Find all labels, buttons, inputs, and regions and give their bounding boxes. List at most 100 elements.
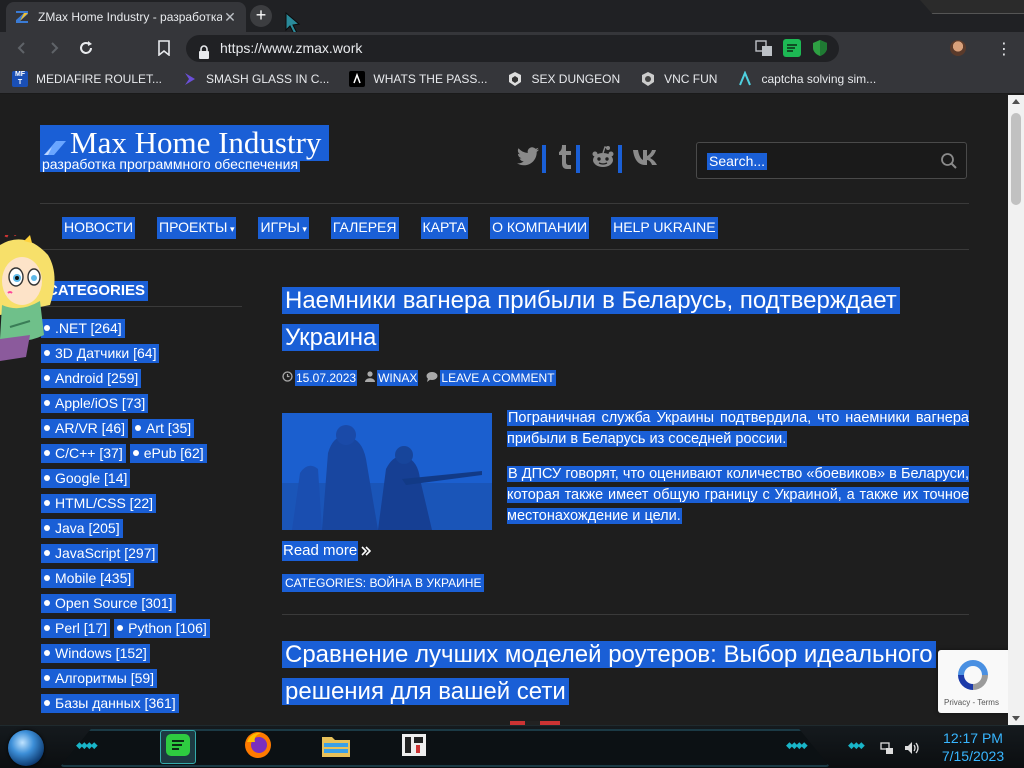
category-row: AR/VR [46] Art [35] bbox=[41, 419, 261, 444]
category-label: C/C++ [37] bbox=[55, 445, 123, 461]
page-scrollbar[interactable] bbox=[1008, 95, 1024, 725]
category-label: .NET [264] bbox=[55, 320, 122, 336]
address-bar[interactable]: https://www.zmax.work bbox=[186, 35, 839, 62]
category-link[interactable]: C/C++ [37] bbox=[41, 444, 126, 463]
nav-item[interactable]: КАРТА bbox=[420, 217, 469, 239]
category-label: Java [205] bbox=[55, 520, 120, 536]
category-label: Art [35] bbox=[146, 420, 192, 436]
search-box[interactable]: Search... bbox=[696, 142, 967, 179]
shield-extension-icon[interactable] bbox=[811, 39, 829, 57]
twitter-icon bbox=[516, 146, 540, 172]
category-row: Базы данных [361] bbox=[41, 694, 261, 719]
category-link[interactable]: Базы данных [361] bbox=[41, 694, 179, 713]
category-link[interactable]: Алгоритмы [59] bbox=[41, 669, 158, 688]
bullet-icon bbox=[44, 600, 50, 607]
category-link[interactable]: Java [205] bbox=[41, 519, 123, 538]
taskbar-app-firefox[interactable] bbox=[240, 730, 276, 764]
search-icon[interactable] bbox=[940, 152, 958, 175]
search-input[interactable]: Search... bbox=[707, 153, 768, 170]
forward-icon[interactable] bbox=[44, 38, 64, 58]
reddit-link[interactable] bbox=[590, 145, 622, 173]
nav-item[interactable]: О КОМПАНИИ bbox=[490, 217, 590, 239]
bookmark-item[interactable]: SEX DUNGEON bbox=[507, 71, 620, 87]
category-row: Mobile [435] bbox=[41, 569, 261, 594]
scroll-down-arrow-icon[interactable] bbox=[1012, 716, 1020, 721]
taskbar-app-unknown[interactable] bbox=[396, 730, 432, 764]
category-link[interactable]: Mobile [435] bbox=[41, 569, 135, 588]
category-label: Python [106] bbox=[128, 620, 207, 636]
reload-icon[interactable] bbox=[76, 38, 96, 58]
category-row: Windows [152] bbox=[41, 644, 261, 669]
bookmark-item[interactable]: VNC FUN bbox=[640, 71, 717, 87]
category-link[interactable]: Apple/iOS [73] bbox=[41, 394, 149, 413]
nav-item[interactable]: ПРОЕКТЫ ▾ bbox=[157, 217, 237, 239]
notes-app-icon bbox=[164, 732, 192, 763]
bullet-icon bbox=[44, 525, 50, 532]
category-link[interactable]: ePub [62] bbox=[129, 444, 207, 463]
category-link[interactable]: Art [35] bbox=[132, 419, 195, 438]
new-tab-button[interactable]: + bbox=[250, 5, 272, 27]
post-title[interactable]: Сравнение лучших моделей роутеров: Выбор… bbox=[282, 636, 972, 710]
taskbar-app-explorer[interactable] bbox=[318, 730, 354, 764]
reddit-icon bbox=[590, 145, 616, 174]
category-link[interactable]: Windows [152] bbox=[41, 644, 150, 663]
bookmark-star-icon[interactable] bbox=[154, 38, 174, 58]
browser-tab[interactable]: ZMax Home Industry - разработка программ… bbox=[6, 2, 246, 32]
tumblr-link[interactable] bbox=[556, 144, 580, 173]
read-more-link[interactable]: Read more bbox=[282, 541, 372, 561]
category-link[interactable]: Open Source [301] bbox=[41, 594, 176, 613]
category-link[interactable]: JavaScript [297] bbox=[41, 544, 159, 563]
volume-icon[interactable] bbox=[904, 741, 920, 758]
post-date[interactable]: 15.07.2023 bbox=[282, 370, 358, 386]
category-label: 3D Датчики [64] bbox=[55, 345, 157, 361]
post-author[interactable]: WINAX bbox=[365, 370, 419, 386]
category-link[interactable]: Perl [17] bbox=[41, 619, 111, 638]
recaptcha-terms[interactable]: Privacy - Terms bbox=[944, 698, 999, 707]
category-label: Android [259] bbox=[55, 370, 139, 386]
bullet-icon bbox=[44, 625, 50, 632]
category-label: Google [14] bbox=[55, 470, 128, 486]
taskbar-clock[interactable]: 12:17 PM 7/15/2023 bbox=[936, 729, 1010, 765]
nav-item[interactable]: ИГРЫ ▾ bbox=[258, 217, 309, 239]
post-title[interactable]: Наемники вагнера прибыли в Беларусь, под… bbox=[282, 282, 972, 356]
tab-strip: ZMax Home Industry - разработка программ… bbox=[0, 0, 1024, 35]
taskbar-app-notes[interactable] bbox=[160, 730, 196, 764]
category-link[interactable]: Android [259] bbox=[41, 369, 142, 388]
bullet-icon bbox=[44, 650, 50, 657]
category-link[interactable]: AR/VR [46] bbox=[41, 419, 129, 438]
category-link[interactable]: Google [14] bbox=[41, 469, 131, 488]
post-comments-link[interactable]: LEAVE A COMMENT bbox=[426, 370, 556, 386]
system-tray bbox=[880, 741, 920, 758]
smash-icon bbox=[182, 71, 198, 87]
nav-item-label: НОВОСТИ bbox=[64, 219, 134, 235]
scroll-thumb[interactable] bbox=[1011, 113, 1021, 205]
bullet-icon bbox=[44, 550, 50, 557]
twitter-link[interactable] bbox=[516, 145, 546, 173]
browser-menu-icon[interactable]: ⋮ bbox=[996, 39, 1012, 59]
bookmarks-bar: MF T MEDIAFIRE ROULET... SMASH GLASS IN C… bbox=[0, 64, 1024, 94]
close-tab-icon[interactable]: ✕ bbox=[222, 9, 238, 26]
post-categories[interactable]: CATEGORIES: ВОЙНА В УКРАИНЕ bbox=[282, 574, 485, 592]
extension-green-icon[interactable] bbox=[783, 39, 801, 57]
categories-divider bbox=[40, 306, 242, 307]
network-icon[interactable] bbox=[880, 741, 894, 758]
back-icon[interactable] bbox=[12, 38, 32, 58]
bookmark-item[interactable]: WHATS THE PASS... bbox=[349, 70, 487, 87]
nav-item[interactable]: НОВОСТИ bbox=[62, 217, 136, 239]
bookmark-item[interactable]: captcha solving sim... bbox=[737, 69, 876, 87]
scroll-up-arrow-icon[interactable] bbox=[1012, 99, 1020, 104]
bookmark-item[interactable]: MF T MEDIAFIRE ROULET... bbox=[12, 70, 162, 87]
nav-item[interactable]: ГАЛЕРЕЯ bbox=[330, 217, 399, 239]
vk-link[interactable] bbox=[632, 145, 662, 173]
bookmark-item[interactable]: SMASH GLASS IN C... bbox=[182, 71, 329, 87]
profile-avatar[interactable] bbox=[950, 40, 966, 56]
category-link[interactable]: Python [106] bbox=[114, 619, 210, 638]
recaptcha-badge[interactable]: Privacy - Terms bbox=[938, 650, 1008, 713]
translate-icon[interactable] bbox=[755, 39, 773, 57]
start-orb-icon[interactable] bbox=[8, 730, 44, 766]
main-navigation: НОВОСТИ ПРОЕКТЫ ▾ ИГРЫ ▾ ГАЛЕРЕЯ КАРТА О КОМП… bbox=[62, 217, 718, 239]
nav-item[interactable]: HELP UKRAINE bbox=[611, 217, 718, 239]
user-icon bbox=[365, 371, 376, 385]
post-thumbnail-image[interactable] bbox=[282, 413, 492, 530]
category-link[interactable]: HTML/CSS [22] bbox=[41, 494, 157, 513]
